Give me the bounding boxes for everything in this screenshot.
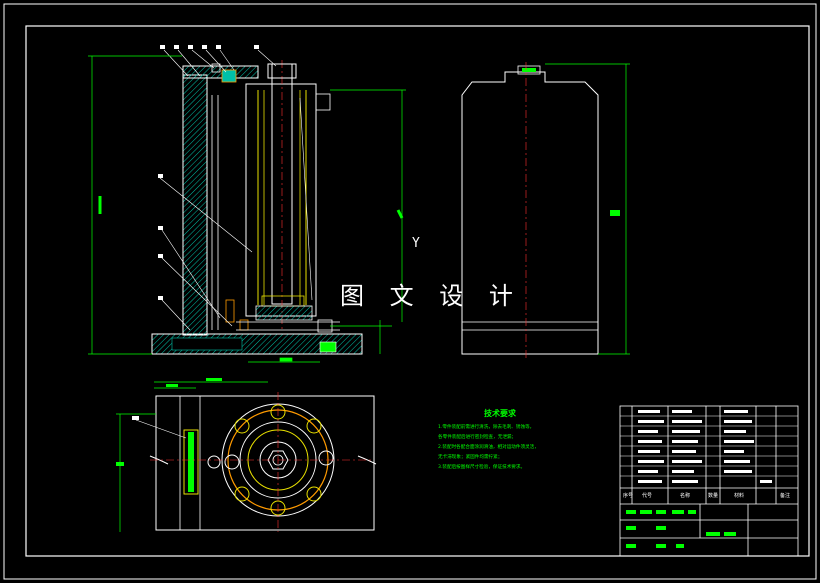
title-block-header: 名称 <box>680 493 691 499</box>
title-block-header: 代号 <box>642 493 653 499</box>
title-block-rows <box>620 415 798 477</box>
tech-requirements-line: 1.零件装配前需进行清洗，除去毛刺、锈蚀等， <box>438 425 535 430</box>
title-block-green <box>626 510 736 548</box>
tech-requirements-line: 无卡滞现象；紧固件均需拧紧； <box>438 455 503 460</box>
title-block-header: 备注 <box>780 493 791 499</box>
title-block-fills <box>638 410 772 483</box>
tech-requirements-title: 技术要求 <box>484 409 516 418</box>
front-section-view <box>151 60 363 355</box>
tech-requirements-line: 各零件装配后进行密封检查，无泄漏； <box>438 435 517 440</box>
title-block-header: 数量 <box>708 493 719 499</box>
tech-requirements-line: 2.装配时各配合面涂润滑油，相对运动件须灵活， <box>438 445 539 450</box>
plan-view <box>116 378 377 532</box>
title-block-header: 材料 <box>734 493 745 499</box>
front-balloons <box>158 45 259 300</box>
watermark-text: 图 文 设 计 <box>340 282 522 310</box>
axis-y-label: Y <box>412 236 420 251</box>
title-block-header: 序号 <box>623 493 634 499</box>
tech-requirements-line: 3.装配后按图样尺寸检验，保证技术要求。 <box>438 465 526 470</box>
side-view <box>461 62 630 360</box>
column-post <box>182 74 208 336</box>
top-arm <box>182 65 259 79</box>
